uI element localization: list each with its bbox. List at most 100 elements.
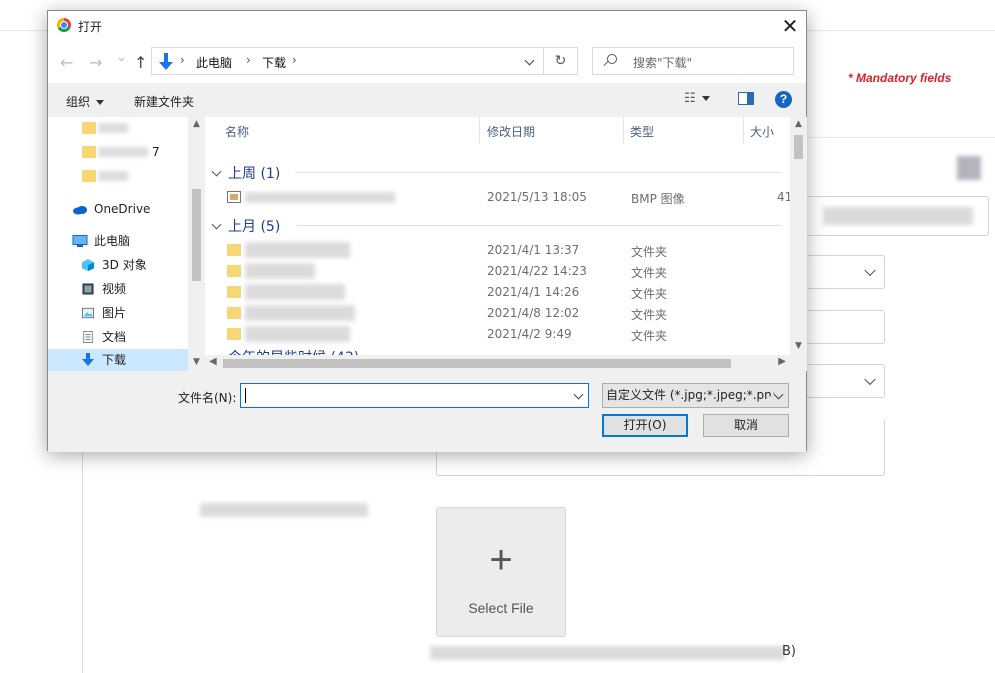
nav-videos[interactable]: 视频 — [48, 278, 188, 300]
scroll-down-icon[interactable]: ▼ — [790, 341, 807, 351]
chevron-down-icon[interactable] — [573, 389, 584, 400]
scroll-up-icon[interactable]: ▲ — [790, 119, 807, 129]
folder-row[interactable]: 2021/4/8 12:02 文件夹 — [205, 303, 790, 324]
preview-pane-button[interactable] — [738, 92, 754, 108]
nav-folder[interactable] — [48, 117, 188, 139]
group-header-last-week[interactable]: 上周 (1) — [211, 163, 280, 183]
folder-icon — [227, 328, 241, 340]
file-type: 文件夹 — [631, 329, 668, 343]
column-name[interactable]: 名称 — [225, 123, 249, 140]
refresh-button[interactable]: ↻ — [544, 47, 578, 75]
column-divider — [623, 117, 624, 143]
folder-icon — [227, 265, 241, 277]
open-button[interactable]: 打开(O) — [602, 414, 688, 437]
file-row[interactable]: 2021/5/13 18:05 BMP 图像 41 — [205, 187, 790, 208]
text-input[interactable] — [806, 196, 989, 236]
folder-row[interactable]: 2021/4/1 13:37 文件夹 — [205, 240, 790, 261]
onedrive-icon — [73, 206, 87, 215]
file-type-filter[interactable]: 自定义文件 (*.jpg;*.jpeg;*.png — [602, 383, 789, 408]
picture-icon — [82, 307, 94, 319]
nav-downloads-label: 下载 — [102, 353, 127, 367]
text-input[interactable] — [806, 310, 885, 344]
file-date: 2021/4/2 9:49 — [487, 327, 572, 341]
mandatory-note: * Mandatory fields — [848, 71, 952, 85]
scrollbar-thumb[interactable] — [223, 359, 731, 368]
address-bar[interactable]: › 此电脑 › 下载 › — [151, 47, 544, 75]
nav-downloads[interactable]: 下载 — [48, 349, 188, 371]
group-divider — [295, 172, 782, 173]
page-divider — [82, 450, 83, 673]
recent-locations-button[interactable]: ⌄ — [116, 50, 127, 65]
folder-icon — [227, 307, 241, 319]
command-bar: 组织 新建文件夹 ☷ ? — [48, 83, 806, 117]
nav-this-pc[interactable]: 此电脑 — [48, 230, 188, 252]
help-icon[interactable]: ? — [775, 91, 792, 108]
file-list-hscrollbar[interactable]: ◀ ▶ — [205, 355, 790, 372]
up-button[interactable]: ↑ — [134, 53, 147, 72]
folder-row[interactable]: 2021/4/2 9:49 文件夹 — [205, 324, 790, 345]
computer-icon — [72, 235, 88, 247]
nav-3d-objects[interactable]: 3D 对象 — [48, 254, 188, 276]
text-caret — [245, 388, 246, 403]
document-icon — [83, 331, 93, 343]
breadcrumb-separator: › — [246, 53, 251, 67]
folder-row[interactable]: 2021/4/1 14:26 文件夹 — [205, 282, 790, 303]
breadcrumb-downloads[interactable]: 下载 — [262, 54, 286, 71]
file-type-filter-label: 自定义文件 (*.jpg;*.jpeg;*.png — [606, 388, 780, 402]
chevron-down-icon[interactable] — [524, 55, 535, 66]
file-type: 文件夹 — [631, 287, 668, 301]
cube-icon — [82, 259, 94, 271]
forward-button[interactable]: → — [89, 53, 102, 72]
file-list-vscrollbar[interactable]: ▲ ▼ — [790, 117, 807, 371]
filename-input[interactable] — [240, 383, 589, 408]
organize-menu[interactable]: 组织 — [66, 93, 105, 110]
navigation-bar: ← → ⌄ ↑ › 此电脑 › 下载 › ↻ 搜索"下载" — [48, 41, 806, 83]
breadcrumb-this-pc[interactable]: 此电脑 — [196, 54, 232, 71]
column-size[interactable]: 大小 — [750, 123, 774, 140]
file-type: 文件夹 — [631, 245, 668, 259]
navigation-pane: 7 OneDrive 此电脑 3D 对象 视频 图片 文档 下载 — [48, 117, 203, 371]
search-icon — [607, 54, 617, 64]
search-input[interactable]: 搜索"下载" — [592, 47, 794, 75]
dialog-footer: 文件名(N): 自定义文件 (*.jpg;*.jpeg;*.png 打开(O) … — [48, 371, 806, 452]
open-file-dialog: 打开 ✕ ← → ⌄ ↑ › 此电脑 › 下载 › ↻ 搜索"下载" 组织 新建… — [47, 10, 807, 452]
scroll-up-icon[interactable]: ▲ — [188, 119, 205, 129]
nav-pictures[interactable]: 图片 — [48, 302, 188, 324]
column-date[interactable]: 修改日期 — [487, 123, 535, 140]
organize-label: 组织 — [66, 95, 91, 109]
page-divider — [806, 137, 995, 138]
folder-icon — [82, 122, 96, 134]
select-file-button[interactable]: + Select File — [436, 507, 566, 637]
close-button[interactable]: ✕ — [774, 11, 806, 41]
back-button[interactable]: ← — [60, 53, 73, 72]
nav-documents-label: 文档 — [102, 330, 127, 344]
nav-folder[interactable] — [48, 165, 188, 187]
scrollbar-thumb[interactable] — [192, 189, 201, 281]
scroll-right-icon[interactable]: ▶ — [778, 356, 786, 367]
chrome-icon — [57, 18, 71, 32]
cancel-button[interactable]: 取消 — [703, 414, 789, 437]
scroll-left-icon[interactable]: ◀ — [209, 356, 217, 367]
chevron-down-icon — [864, 264, 876, 277]
group-header-last-month[interactable]: 上月 (5) — [211, 216, 280, 236]
folder-icon — [82, 146, 96, 158]
nav-3d-objects-label: 3D 对象 — [102, 258, 147, 272]
file-date: 2021/4/1 13:37 — [487, 243, 580, 257]
select-dropdown[interactable] — [806, 364, 885, 398]
group-divider — [297, 225, 782, 226]
download-folder-icon — [159, 53, 173, 70]
scroll-down-icon[interactable]: ▼ — [188, 357, 205, 367]
caret-down-icon — [96, 100, 105, 105]
new-folder-button[interactable]: 新建文件夹 — [134, 93, 194, 110]
scrollbar-thumb[interactable] — [794, 135, 803, 159]
nav-pane-scrollbar[interactable]: ▲ ▼ — [188, 117, 205, 371]
select-dropdown[interactable] — [806, 255, 885, 289]
view-options-button[interactable]: ☷ — [684, 91, 710, 106]
nav-onedrive-label: OneDrive — [94, 202, 151, 216]
nav-folder[interactable]: 7 — [48, 141, 188, 163]
column-type[interactable]: 类型 — [630, 123, 654, 140]
nav-onedrive[interactable]: OneDrive — [48, 198, 188, 220]
folder-row[interactable]: 2021/4/22 14:23 文件夹 — [205, 261, 790, 282]
nav-documents[interactable]: 文档 — [48, 326, 188, 348]
nav-videos-label: 视频 — [102, 282, 127, 296]
